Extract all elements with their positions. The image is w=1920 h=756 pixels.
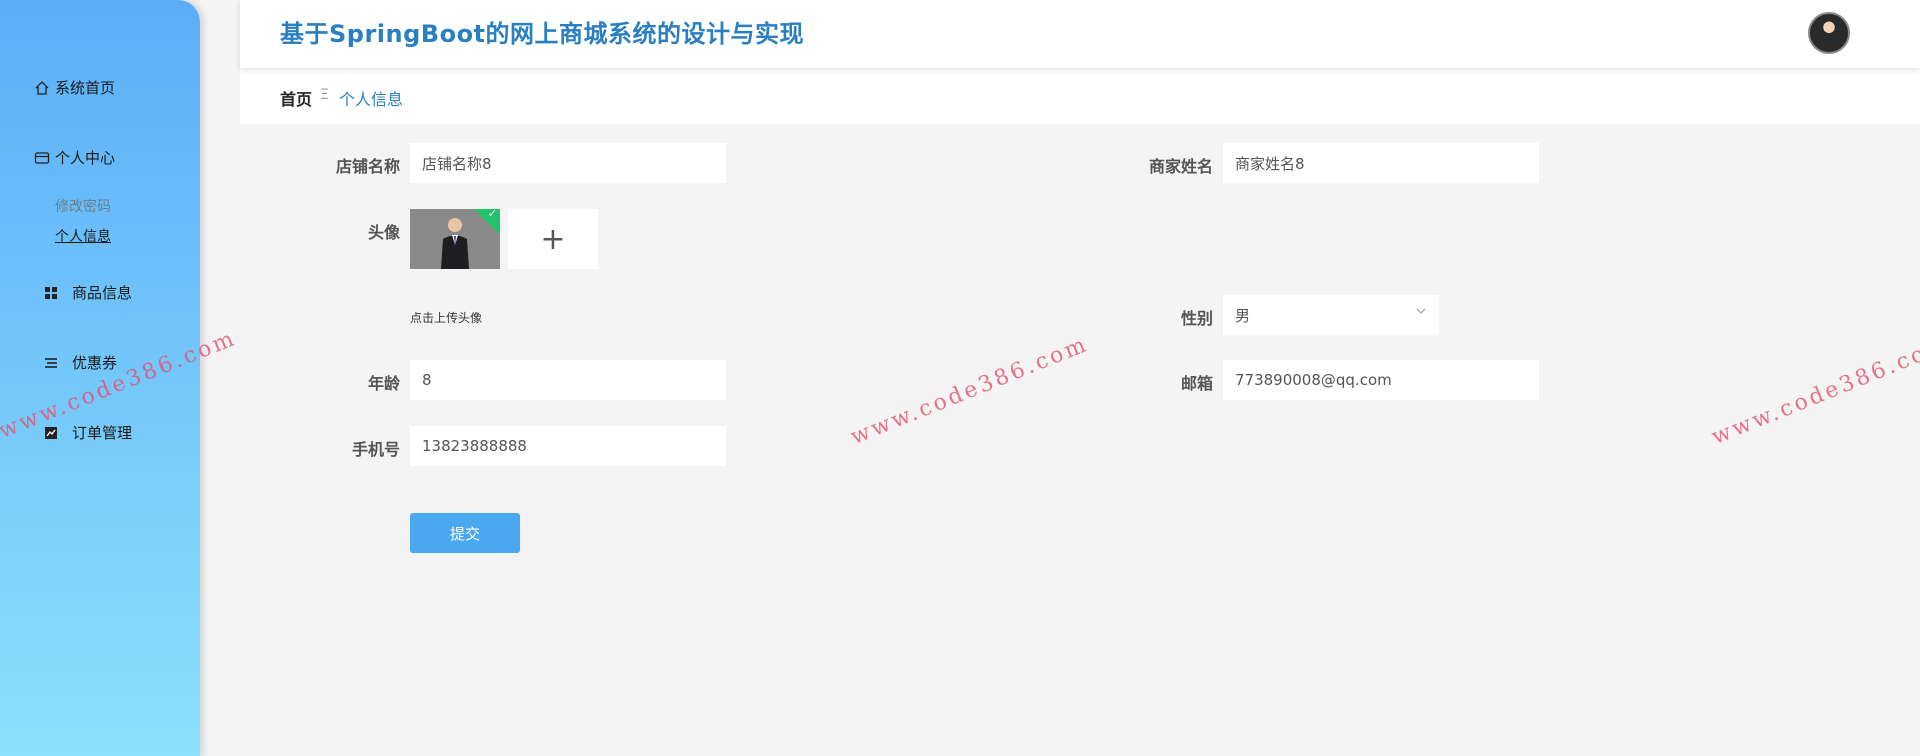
breadcrumb-separator-icon: Ξ	[320, 87, 329, 103]
sidebar-item-personal-center[interactable]: 个人中心	[33, 147, 115, 168]
phone-input[interactable]	[410, 426, 726, 466]
submenu-item-change-password[interactable]: 修改密码	[55, 196, 111, 216]
upload-add-button[interactable]: +	[508, 209, 598, 269]
sidebar-item-home[interactable]: 系统首页	[33, 77, 115, 98]
app-title: 基于SpringBoot的网上商城系统的设计与实现	[280, 20, 805, 48]
merchant-name-label: 商家姓名	[1148, 157, 1213, 176]
sidebar-item-coupon[interactable]: 优惠券	[42, 352, 117, 373]
avatar-preview[interactable]: ✓	[410, 209, 500, 269]
sidebar-item-label: 个人中心	[55, 149, 116, 167]
email-label: 邮箱	[1180, 374, 1213, 393]
avatar-label: 头像	[367, 223, 400, 242]
sidebar-item-label: 订单管理	[72, 424, 133, 442]
email-input[interactable]	[1223, 360, 1539, 400]
card-icon	[33, 149, 51, 167]
chart-icon	[42, 424, 60, 442]
submit-button[interactable]: 提交	[410, 513, 520, 553]
watermark: www.code386.com	[847, 331, 1093, 451]
check-icon: ✓	[487, 209, 497, 220]
sidebar-item-label: 优惠券	[72, 354, 118, 372]
home-icon	[33, 79, 51, 97]
shop-name-input[interactable]	[410, 143, 726, 183]
person-photo-icon	[441, 218, 469, 269]
merchant-name-input[interactable]	[1223, 143, 1539, 183]
age-label: 年龄	[367, 374, 400, 393]
sidebar-item-label: 商品信息	[72, 284, 133, 302]
chevron-down-icon	[1415, 305, 1427, 321]
age-input[interactable]	[410, 360, 726, 400]
sidebar: 系统首页 个人中心 修改密码 个人信息 商品信息 优惠券 订单管理	[0, 0, 200, 756]
sidebar-item-label: 系统首页	[55, 79, 116, 97]
gender-label: 性别	[1180, 309, 1213, 328]
phone-label: 手机号	[351, 440, 400, 459]
breadcrumb: 首页 Ξ 个人信息	[240, 68, 1920, 124]
grid-icon	[42, 284, 60, 302]
avatar-upload-hint: 点击上传头像	[410, 311, 483, 325]
gender-select-value: 男	[1235, 306, 1251, 325]
sidebar-item-order-management[interactable]: 订单管理	[42, 422, 132, 443]
breadcrumb-current: 个人信息	[339, 90, 404, 109]
gender-select[interactable]: 男	[1223, 295, 1439, 335]
submenu-item-personal-info[interactable]: 个人信息	[55, 226, 111, 246]
breadcrumb-home[interactable]: 首页	[280, 86, 312, 110]
shop-name-label: 店铺名称	[335, 157, 400, 176]
top-header: 基于SpringBoot的网上商城系统的设计与实现	[240, 0, 1920, 68]
sidebar-item-product-info[interactable]: 商品信息	[42, 282, 132, 303]
watermark: www.code386.com	[1708, 331, 1920, 451]
list-icon	[42, 354, 60, 372]
user-avatar[interactable]	[1808, 12, 1850, 54]
